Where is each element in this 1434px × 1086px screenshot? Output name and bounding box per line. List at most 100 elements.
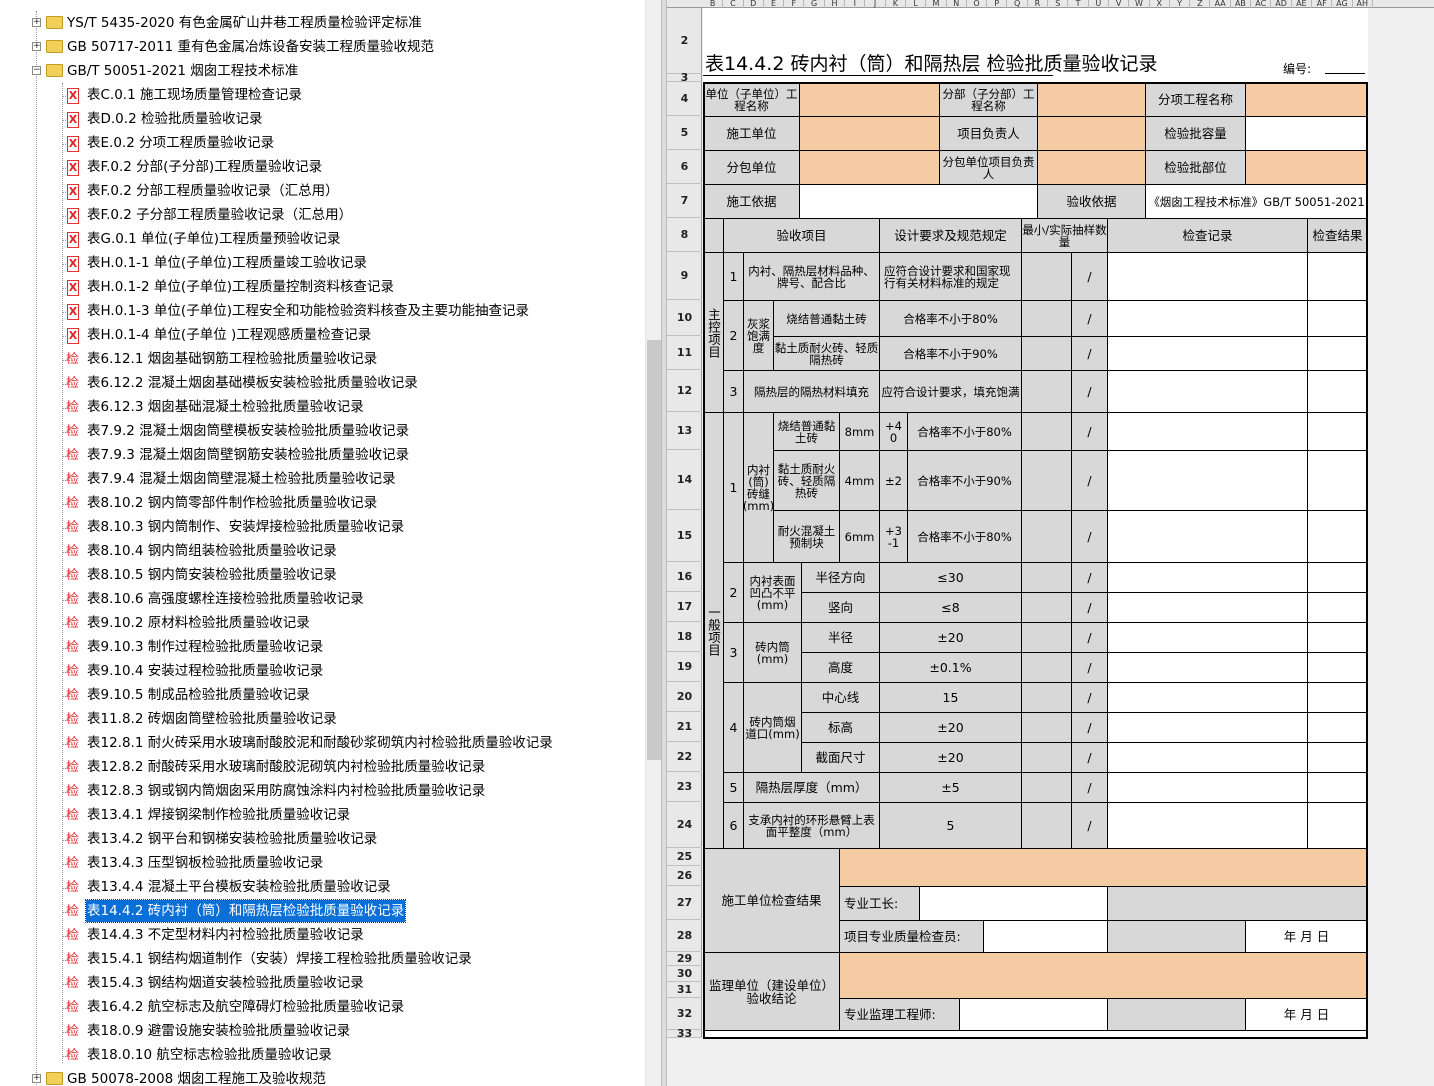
- basis-input[interactable]: [799, 184, 1038, 219]
- record-cell[interactable]: [1107, 742, 1308, 773]
- column-header[interactable]: V: [1109, 0, 1130, 8]
- collapse-icon[interactable]: −: [32, 66, 41, 75]
- row-header[interactable]: 11: [667, 336, 702, 370]
- column-header[interactable]: N: [947, 0, 967, 8]
- row-header[interactable]: 13: [667, 412, 702, 450]
- column-header[interactable]: D: [744, 0, 764, 8]
- row-header[interactable]: 15: [667, 510, 702, 562]
- sample-cell[interactable]: [1021, 652, 1072, 683]
- column-header[interactable]: AC: [1251, 0, 1272, 8]
- column-header[interactable]: E: [764, 0, 785, 8]
- sample-cell[interactable]: [1021, 742, 1072, 773]
- column-header[interactable]: AF: [1312, 0, 1333, 8]
- sample-cell[interactable]: [1021, 682, 1072, 713]
- row-header[interactable]: 3: [667, 72, 702, 83]
- record-cell[interactable]: [1107, 370, 1308, 413]
- constructor-input[interactable]: [799, 116, 940, 151]
- row-header[interactable]: 2: [667, 8, 702, 74]
- record-cell[interactable]: [1107, 562, 1308, 593]
- column-header[interactable]: T: [1068, 0, 1089, 8]
- sample-cell[interactable]: [1021, 252, 1072, 301]
- capacity-input[interactable]: [1245, 116, 1368, 151]
- record-cell[interactable]: [1107, 622, 1308, 653]
- row-header[interactable]: 8: [667, 218, 702, 252]
- row-header[interactable]: 18: [667, 622, 702, 652]
- row-header[interactable]: 14: [667, 450, 702, 510]
- subcontractor-input[interactable]: [799, 150, 940, 185]
- column-header[interactable]: J: [865, 0, 886, 8]
- column-header[interactable]: W: [1129, 0, 1150, 8]
- result-cell[interactable]: [1307, 802, 1368, 849]
- sample-cell[interactable]: [1021, 412, 1072, 451]
- row-header[interactable]: 16: [667, 562, 702, 592]
- record-cell[interactable]: [1107, 652, 1308, 683]
- row-header[interactable]: 31: [667, 982, 702, 998]
- row-header[interactable]: 19: [667, 652, 702, 682]
- column-header[interactable]: Y: [1170, 0, 1191, 8]
- row-header[interactable]: 27: [667, 886, 702, 920]
- project-lead-input[interactable]: [1037, 116, 1146, 151]
- sub-unit-input[interactable]: [1037, 82, 1146, 117]
- column-header[interactable]: M: [926, 0, 947, 8]
- row-header[interactable]: 28: [667, 920, 702, 952]
- row-header[interactable]: 5: [667, 116, 702, 150]
- column-header[interactable]: K: [886, 0, 906, 8]
- sample-cell[interactable]: [1021, 336, 1072, 371]
- row-header[interactable]: 17: [667, 592, 702, 622]
- column-header[interactable]: Z: [1190, 0, 1211, 8]
- expand-icon[interactable]: +: [32, 42, 41, 51]
- sample-cell[interactable]: [1021, 450, 1072, 511]
- row-header[interactable]: 7: [667, 184, 702, 218]
- result-cell[interactable]: [1307, 712, 1368, 743]
- sample-cell[interactable]: [1021, 510, 1072, 563]
- result-cell[interactable]: [1307, 772, 1368, 803]
- row-header[interactable]: 20: [667, 682, 702, 712]
- record-cell[interactable]: [1107, 450, 1308, 511]
- expand-icon[interactable]: +: [32, 18, 41, 27]
- row-header[interactable]: 6: [667, 150, 702, 184]
- record-cell[interactable]: [1107, 712, 1308, 743]
- record-cell[interactable]: [1107, 252, 1308, 301]
- row-header[interactable]: 10: [667, 300, 702, 336]
- row-header[interactable]: 26: [667, 866, 702, 886]
- row-header[interactable]: 22: [667, 742, 702, 772]
- row-header[interactable]: 21: [667, 712, 702, 742]
- row-header[interactable]: 29: [667, 952, 702, 966]
- result-cell[interactable]: [1307, 682, 1368, 713]
- sample-cell[interactable]: [1021, 712, 1072, 743]
- result-cell[interactable]: [1307, 622, 1368, 653]
- record-cell[interactable]: [1107, 802, 1308, 849]
- result-cell[interactable]: [1307, 562, 1368, 593]
- row-header[interactable]: 30: [667, 966, 702, 982]
- column-header[interactable]: AB: [1231, 0, 1252, 8]
- column-header[interactable]: AG: [1332, 0, 1353, 8]
- sample-cell[interactable]: [1021, 300, 1072, 337]
- column-header[interactable]: P: [987, 0, 1008, 8]
- result-cell[interactable]: [1307, 252, 1368, 301]
- expand-icon[interactable]: +: [32, 1074, 41, 1083]
- row-header[interactable]: 12: [667, 370, 702, 412]
- tree-scrollbar[interactable]: [645, 0, 661, 1086]
- column-header[interactable]: L: [906, 0, 927, 8]
- result-cell[interactable]: [1307, 592, 1368, 623]
- sample-cell[interactable]: [1021, 370, 1072, 413]
- column-header[interactable]: AH: [1353, 0, 1373, 8]
- constructor-check-input[interactable]: [839, 848, 1368, 887]
- sub-lead-input[interactable]: [1037, 150, 1146, 185]
- sample-cell[interactable]: [1021, 772, 1072, 803]
- row-header[interactable]: 33: [667, 1028, 702, 1039]
- result-cell[interactable]: [1307, 412, 1368, 451]
- column-header[interactable]: I: [845, 0, 866, 8]
- sample-cell[interactable]: [1021, 622, 1072, 653]
- column-header[interactable]: X: [1150, 0, 1170, 8]
- column-header[interactable]: AE: [1292, 0, 1312, 8]
- qc-input[interactable]: [983, 920, 1108, 953]
- column-header[interactable]: O: [967, 0, 988, 8]
- column-header[interactable]: H: [825, 0, 846, 8]
- column-header[interactable]: F: [784, 0, 805, 8]
- unit-name-input[interactable]: [799, 82, 940, 117]
- column-header[interactable]: C: [723, 0, 744, 8]
- column-header[interactable]: R: [1028, 0, 1049, 8]
- sample-cell[interactable]: [1021, 802, 1072, 849]
- foreman-input[interactable]: [919, 886, 1108, 921]
